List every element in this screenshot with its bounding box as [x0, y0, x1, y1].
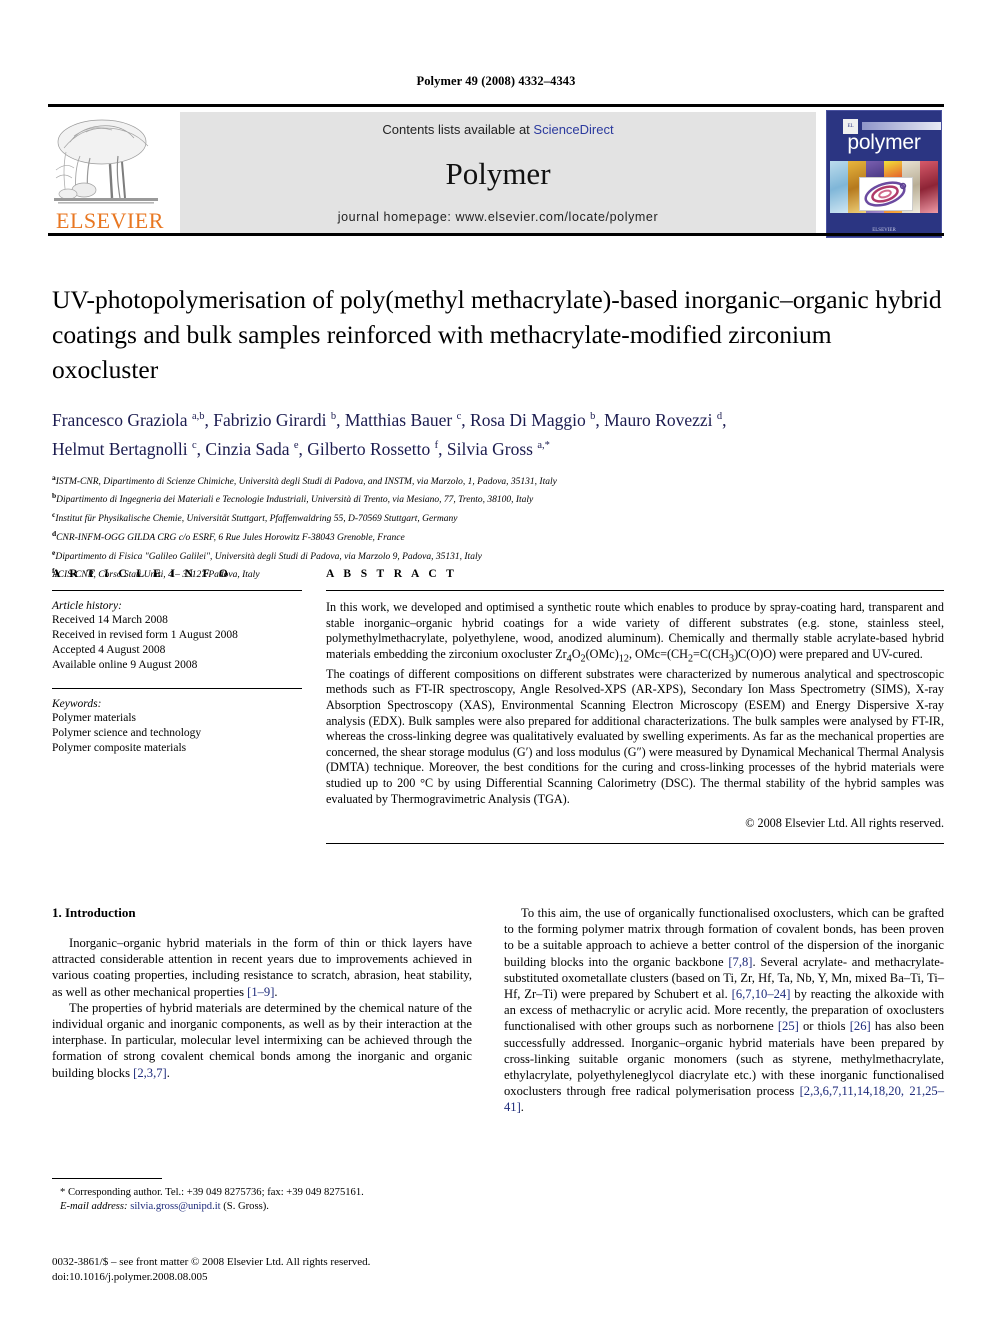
intro-paragraph-2: The properties of hybrid materials are d…: [52, 1000, 472, 1080]
doi-line[interactable]: doi:10.1016/j.polymer.2008.08.005: [52, 1270, 492, 1285]
history-item: Received 14 March 2008: [52, 614, 168, 626]
elsevier-wordmark: ELSEVIER: [56, 208, 164, 233]
abstract-body: In this work, we developed and optimised…: [326, 600, 944, 832]
abstract-rule: [326, 590, 944, 591]
keyword-item: Polymer science and technology: [52, 727, 202, 739]
email-label: E-mail address:: [60, 1201, 128, 1212]
author-list: Francesco Graziola a,b, Fabrizio Girardi…: [52, 404, 944, 462]
cover-title: polymer: [847, 131, 921, 154]
history-item: Available online 9 August 2008: [52, 659, 198, 671]
cover-inset-figure: [859, 177, 913, 211]
affiliation-item: cInstitut für Physikalische Chemie, Univ…: [52, 510, 458, 525]
abstract-bottom-rule: [326, 842, 944, 844]
history-item: Accepted 4 August 2008: [52, 644, 166, 656]
email-link[interactable]: silvia.gross@unipd.it: [130, 1201, 220, 1212]
footnote-rule: [52, 1178, 162, 1179]
section-heading-introduction: 1. Introduction: [52, 905, 136, 920]
journal-homepage-line[interactable]: journal homepage: www.elsevier.com/locat…: [180, 210, 816, 224]
citation-link[interactable]: [25]: [778, 1019, 799, 1033]
affiliation-item: eDipartimento di Fisica "Galileo Galilei…: [52, 547, 482, 562]
introduction-right-column: To this aim, the use of organically func…: [504, 905, 944, 1116]
keywords-label: Keywords:: [52, 698, 102, 710]
affiliation-item: bDipartimento di Ingegneria dei Material…: [52, 491, 534, 506]
elsevier-tree-icon: [54, 119, 158, 204]
issn-line: 0032-3861/$ – see front matter © 2008 El…: [52, 1256, 371, 1268]
paper-page: Polymer 49 (2008) 4332–4343 ELSEVIER Con…: [0, 0, 992, 1323]
citation-link[interactable]: [6,7,10–24]: [732, 987, 791, 1001]
history-item: Received in revised form 1 August 2008: [52, 629, 238, 641]
intro-paragraph-1: Inorganic–organic hybrid materials in th…: [52, 936, 472, 999]
abstract-paragraph-2: The coatings of different compositions o…: [326, 666, 944, 806]
banner-bottom-rule: [48, 233, 944, 236]
abstract-paragraph-1: In this work, we developed and optimised…: [326, 600, 944, 665]
introduction-left-column: 1. Introduction Inorganic–organic hybrid…: [52, 905, 472, 1081]
footnote-line-2: E-mail address: silvia.gross@unipd.it (S…: [60, 1201, 269, 1212]
banner-top-rule: [48, 104, 944, 107]
cover-spiral-icon: [864, 181, 907, 207]
author-line-2: Helmut Bertagnolli c, Cinzia Sada e, Gil…: [52, 438, 550, 459]
sciencedirect-link[interactable]: ScienceDirect: [533, 122, 613, 137]
citation-link[interactable]: [1–9]: [247, 985, 274, 999]
running-head: Polymer 49 (2008) 4332–4343: [416, 74, 576, 88]
article-history-label: Article history:: [52, 600, 122, 612]
corresponding-author-footnote: * Corresponding author. Tel.: +39 049 82…: [52, 1178, 472, 1214]
issn-doi-block: 0032-3861/$ – see front matter © 2008 El…: [52, 1255, 492, 1285]
citation-link[interactable]: [2,3,7]: [133, 1066, 167, 1080]
abstract-column: A B S T R A C T In this work, we develop…: [326, 568, 944, 844]
affiliation-list: aISTM-CNR, Dipartimento di Scienze Chimi…: [52, 471, 944, 584]
citation-link[interactable]: [7,8]: [728, 955, 752, 969]
article-info-rule: [52, 590, 302, 591]
title-block: UV-photopolymerisation of poly(methyl me…: [52, 282, 944, 583]
journal-banner: ELSEVIER Contents lists available at Sci…: [48, 104, 944, 238]
elsevier-logo: ELSEVIER: [50, 112, 170, 236]
contents-available-line: Contents lists available at ScienceDirec…: [180, 122, 816, 137]
contents-prefix: Contents lists available at: [382, 122, 534, 137]
journal-cover-thumbnail[interactable]: EL polymer ELSEVIER: [826, 110, 942, 238]
abstract-copyright: © 2008 Elsevier Ltd. All rights reserved…: [745, 816, 944, 831]
page-title: UV-photopolymerisation of poly(methyl me…: [52, 285, 942, 384]
article-info-heading: A R T I C L E I N F O: [52, 568, 232, 580]
cover-gradient-bar: [862, 122, 941, 130]
affiliation-item: dCNR-INFM-OGG GILDA CRG c/o ESRF, 6 Rue …: [52, 528, 405, 544]
article-info-column: A R T I C L E I N F O Article history: R…: [52, 568, 302, 756]
intro-paragraph-3: To this aim, the use of organically func…: [504, 906, 945, 1115]
citation-link[interactable]: [26]: [850, 1019, 871, 1033]
keyword-item: Polymer composite materials: [52, 742, 187, 754]
keywords-rule: [52, 688, 302, 689]
cover-topbar: EL: [835, 116, 941, 134]
footnote-line-1: * Corresponding author. Tel.: +39 049 82…: [60, 1187, 364, 1198]
keyword-item: Polymer materials: [52, 712, 136, 724]
banner-center-panel: Contents lists available at ScienceDirec…: [180, 112, 816, 236]
affiliation-item: aISTM-CNR, Dipartimento di Scienze Chimi…: [52, 472, 557, 487]
journal-title: Polymer: [445, 156, 551, 191]
author-line-1: Francesco Graziola a,b, Fabrizio Girardi…: [52, 409, 727, 430]
abstract-heading: A B S T R A C T: [326, 568, 458, 580]
